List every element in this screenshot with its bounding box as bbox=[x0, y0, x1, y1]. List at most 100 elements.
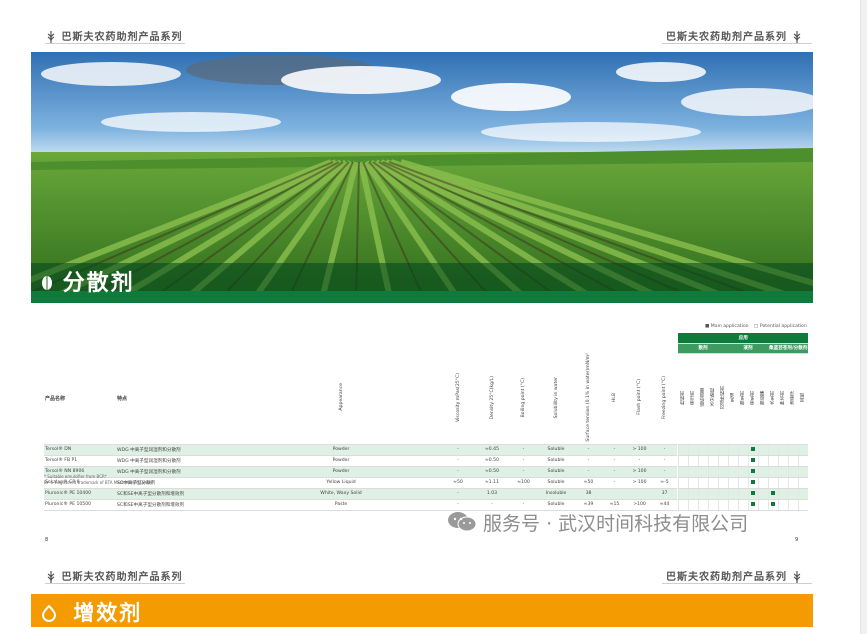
cell-application bbox=[787, 499, 799, 511]
field-hero-image: 分散剂 bbox=[31, 52, 813, 303]
cell-application bbox=[787, 455, 799, 467]
cell-application bbox=[777, 455, 789, 467]
header-density: Density 25°C(kg/L) bbox=[474, 353, 510, 445]
cell-boiling: - bbox=[510, 444, 537, 456]
table-row: Tersol® DN WDG 中离子型润湿剂和分散剂 Powder - ≈0.45- So… bbox=[44, 444, 809, 456]
section-title: 分散剂 bbox=[41, 265, 135, 297]
next-section-title: 增效剂 bbox=[41, 597, 143, 627]
main-application-marker bbox=[751, 468, 755, 473]
cell-feature: WDG 中离子型润湿剂和分散剂 bbox=[116, 444, 240, 456]
cell-density: ≈0.50 bbox=[474, 466, 510, 478]
header-boiling: Boiling point (°C) bbox=[510, 353, 537, 445]
footnote-2: BY = Registered trademark of BTA Masterb… bbox=[44, 480, 153, 485]
header-group-other: 桑蓝芸苍刑/分散剂 bbox=[768, 343, 809, 354]
header-rule-left bbox=[45, 43, 185, 44]
header-viscosity: Viscosity mPas(25°C) bbox=[442, 353, 474, 445]
cell-application bbox=[757, 444, 768, 456]
cell-application bbox=[757, 477, 768, 489]
cell-solubility: Soluble bbox=[537, 455, 575, 467]
cell-application bbox=[697, 444, 708, 456]
cell-application bbox=[697, 488, 708, 500]
cell-density: ≈0.50 bbox=[474, 455, 510, 467]
header-group-liquid: 液剂 bbox=[728, 343, 768, 354]
cell-surface: ≈50 bbox=[575, 477, 602, 489]
cell-hlb: - bbox=[602, 455, 627, 467]
legend-main: ■ Main application bbox=[705, 324, 749, 329]
cell-product: Pluronic® PE 10500 bbox=[44, 499, 116, 511]
header-app-col: 可湿性粉剂 bbox=[718, 353, 728, 445]
footnote-1: * Suitable emulsifier from BCR* bbox=[44, 474, 107, 479]
cell-appearance: White, Waxy Solid bbox=[240, 488, 442, 500]
cell-application bbox=[757, 466, 768, 478]
main-application-marker bbox=[751, 501, 755, 506]
cell-freezing: 37 bbox=[652, 488, 677, 500]
table-row: Pluronic® PE 10400 SC和SE中离子型分散剂和增效剂 White,… bbox=[44, 488, 809, 500]
cell-application bbox=[767, 488, 779, 500]
cell-application bbox=[737, 466, 748, 478]
next-section-title-text: 增效剂 bbox=[73, 601, 143, 625]
cell-appearance: Powder bbox=[240, 466, 442, 478]
cell-application bbox=[777, 477, 789, 489]
cell-application bbox=[777, 488, 789, 500]
header-app-col: 超低容量 bbox=[698, 353, 708, 445]
cell-application bbox=[767, 499, 779, 511]
cell-hlb bbox=[602, 488, 627, 500]
cell-application bbox=[687, 477, 698, 489]
cell-solubility: Soluble bbox=[537, 444, 575, 456]
cell-boiling bbox=[510, 488, 537, 500]
cell-freezing: - bbox=[652, 455, 677, 467]
cell-flash: > 100 bbox=[627, 466, 652, 478]
cell-application bbox=[687, 455, 698, 467]
cell-application bbox=[697, 477, 708, 489]
cell-application bbox=[787, 444, 799, 456]
header-rule-right bbox=[662, 43, 812, 44]
scrollbar[interactable] bbox=[860, 0, 867, 634]
cell-application bbox=[777, 444, 789, 456]
cell-application bbox=[717, 455, 728, 467]
cell-application bbox=[747, 455, 758, 467]
cell-application bbox=[757, 455, 768, 467]
cell-application bbox=[747, 488, 758, 500]
cell-feature: SC和SE中离子型分散剂和增效剂 bbox=[116, 488, 240, 500]
header-app-col: 水分散粒 bbox=[708, 353, 718, 445]
cell-flash: > 100 bbox=[627, 444, 652, 456]
main-application-marker bbox=[751, 479, 755, 484]
main-application-marker bbox=[771, 490, 776, 495]
cell-application bbox=[707, 444, 718, 456]
main-application-marker bbox=[771, 501, 776, 506]
cell-product: Tersol® FB P1 bbox=[44, 455, 116, 467]
cell-viscosity: - bbox=[442, 444, 474, 456]
cell-application bbox=[687, 466, 698, 478]
header-app-col: 油悬浮 bbox=[788, 353, 799, 445]
legend: ■ Main application □ Potential applicati… bbox=[705, 324, 807, 329]
cell-flash: > 100 bbox=[627, 477, 652, 489]
header-rule-left-lower bbox=[45, 583, 185, 584]
cell-boiling: - bbox=[510, 455, 537, 467]
cell-application bbox=[687, 444, 698, 456]
cell-application bbox=[687, 488, 698, 500]
cell-application bbox=[767, 466, 779, 478]
cell-appearance: Powder bbox=[240, 444, 442, 456]
brand-text: 巴斯夫农药助剂产品系列 bbox=[61, 32, 183, 43]
header-hlb: HLB bbox=[602, 353, 627, 445]
watermark-text: 服务号 · 武汉时间科技有限公司 bbox=[483, 513, 749, 535]
cell-hlb: - bbox=[602, 444, 627, 456]
cell-application bbox=[707, 466, 718, 478]
legend-potential: □ Potential application bbox=[754, 324, 807, 329]
cell-application bbox=[787, 466, 799, 478]
cell-appearance: Powder bbox=[240, 455, 442, 467]
cell-viscosity: - bbox=[442, 466, 474, 478]
next-section-banner bbox=[31, 594, 813, 627]
cell-application bbox=[767, 444, 779, 456]
table-row: Sokalan® CP 9 SC中离子型分散剂 Yellow Liquid ≈50 ≈1… bbox=[44, 477, 809, 489]
cell-boiling: ≈100 bbox=[510, 477, 537, 489]
cell-application bbox=[787, 477, 799, 489]
cell-application bbox=[757, 488, 768, 500]
brand-text: 巴斯夫农药助剂产品系列 bbox=[666, 32, 787, 43]
cell-application bbox=[747, 499, 758, 511]
wechat-icon bbox=[448, 512, 477, 532]
cell-flash bbox=[627, 488, 652, 500]
cell-application bbox=[707, 477, 718, 489]
cell-surface: - bbox=[575, 466, 602, 478]
header-appearance: Appearance bbox=[240, 353, 442, 445]
